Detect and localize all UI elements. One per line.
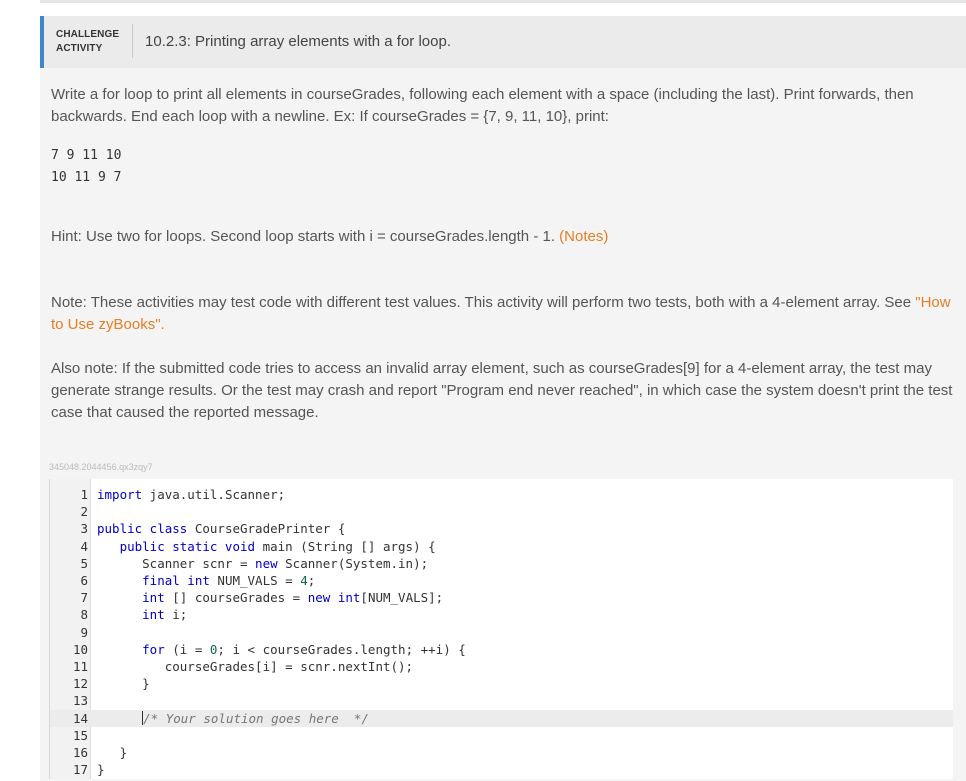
code-line[interactable]: 1 import java.util.Scanner;: [50, 486, 953, 503]
code-text: /* Your solution goes here */: [97, 710, 369, 727]
notes-link[interactable]: (Notes): [559, 228, 608, 245]
code-line[interactable]: 10 for (i = 0; i < courseGrades.length; …: [50, 641, 953, 658]
line-number: 6: [80, 573, 88, 588]
code-text: int i;: [142, 607, 188, 623]
line-number: 10: [72, 641, 88, 657]
line-number: 7: [80, 590, 88, 606]
challenge-activity-card: CHALLENGE ACTIVITY 10.2.3: Printing arra…: [40, 16, 966, 781]
code-text: int [] courseGrades = new int[NUM_VALS];: [142, 590, 444, 606]
activity-header: CHALLENGE ACTIVITY 10.2.3: Printing arra…: [40, 16, 966, 68]
note-body: Note: These activities may test code wit…: [51, 294, 916, 311]
line-number: 15: [72, 727, 88, 743]
code-line[interactable]: 5 Scanner scnr = new Scanner(System.in);: [50, 555, 953, 572]
activity-id: 345048.2044456.qx3zqy7: [49, 462, 153, 472]
code-line[interactable]: 17 }: [50, 761, 953, 778]
header-accent-bar: [40, 16, 44, 68]
badge-line-2: ACTIVITY: [56, 43, 103, 54]
line-number: 17: [72, 762, 88, 778]
code-line[interactable]: 15: [50, 727, 953, 744]
code-text: public static void main (String [] args)…: [119, 538, 436, 554]
code-line[interactable]: 12 }: [50, 675, 953, 692]
line-number: 11: [72, 659, 88, 674]
also-note-text: Also note: If the submitted code tries t…: [51, 360, 953, 421]
header-divider: [132, 24, 133, 58]
code-text: }: [97, 762, 105, 778]
example-line-1: 7 9 11 10: [51, 148, 122, 163]
line-number: 3: [80, 521, 88, 537]
line-number: 5: [80, 555, 88, 571]
code-line[interactable]: 3 public class CourseGradePrinter {: [50, 520, 953, 537]
hint-text: Hint: Use two for loops. Second loop sta…: [51, 226, 961, 248]
line-number: 2: [80, 504, 88, 520]
line-number: 14: [72, 710, 88, 726]
code-text: final int NUM_VALS = 4;: [142, 573, 316, 588]
code-line[interactable]: 2: [50, 503, 953, 520]
example-line-2: 10 11 9 7: [51, 170, 122, 185]
activity-type-badge: CHALLENGE ACTIVITY: [56, 28, 122, 56]
code-line[interactable]: 6 final int NUM_VALS = 4;: [50, 572, 953, 589]
code-line[interactable]: 4 public static void main (String [] arg…: [50, 538, 953, 555]
solution-comment: /* Your solution goes here */: [143, 710, 369, 726]
note-text: Note: These activities may test code wit…: [51, 292, 961, 336]
code-line-active[interactable]: 14 /* Your solution goes here */: [50, 709, 953, 727]
code-line[interactable]: 13: [50, 692, 953, 709]
code-editor[interactable]: 1 import java.util.Scanner; 2 3 public c…: [49, 479, 953, 779]
activity-title: 10.2.3: Printing array elements with a f…: [145, 33, 451, 50]
prompt-text: Write a for loop to print all elements i…: [51, 86, 914, 125]
page: CHALLENGE ACTIVITY 10.2.3: Printing arra…: [0, 0, 966, 781]
line-number: 13: [72, 693, 88, 709]
example-output: 7 9 11 10 10 11 9 7: [51, 145, 121, 189]
line-number: 4: [80, 538, 88, 554]
badge-line-1: CHALLENGE: [56, 29, 120, 40]
code-line[interactable]: 8 int i;: [50, 606, 953, 623]
code-text: Scanner scnr = new Scanner(System.in);: [97, 555, 429, 571]
code-line[interactable]: 9: [50, 624, 953, 641]
code-line[interactable]: 11 courseGrades[i] = scnr.nextInt();: [50, 658, 953, 675]
code-line[interactable]: 16 }: [50, 744, 953, 761]
code-text: for (i = 0; i < courseGrades.length; ++i…: [142, 641, 466, 657]
hint-body: Hint: Use two for loops. Second loop sta…: [51, 228, 560, 245]
line-number: 9: [80, 624, 88, 640]
code-text: courseGrades[i] = scnr.nextInt();: [97, 659, 414, 674]
line-number: 12: [72, 676, 88, 692]
code-text: public class CourseGradePrinter {: [97, 521, 346, 537]
line-number: 8: [80, 607, 88, 623]
line-number: 1: [80, 487, 88, 502]
line-number: 16: [72, 745, 88, 760]
code-text: }: [97, 745, 128, 760]
top-divider: [40, 0, 966, 3]
code-line[interactable]: 7 int [] courseGrades = new int[NUM_VALS…: [50, 589, 953, 606]
code-text: }: [97, 676, 150, 692]
code-text: import java.util.Scanner;: [97, 487, 286, 502]
